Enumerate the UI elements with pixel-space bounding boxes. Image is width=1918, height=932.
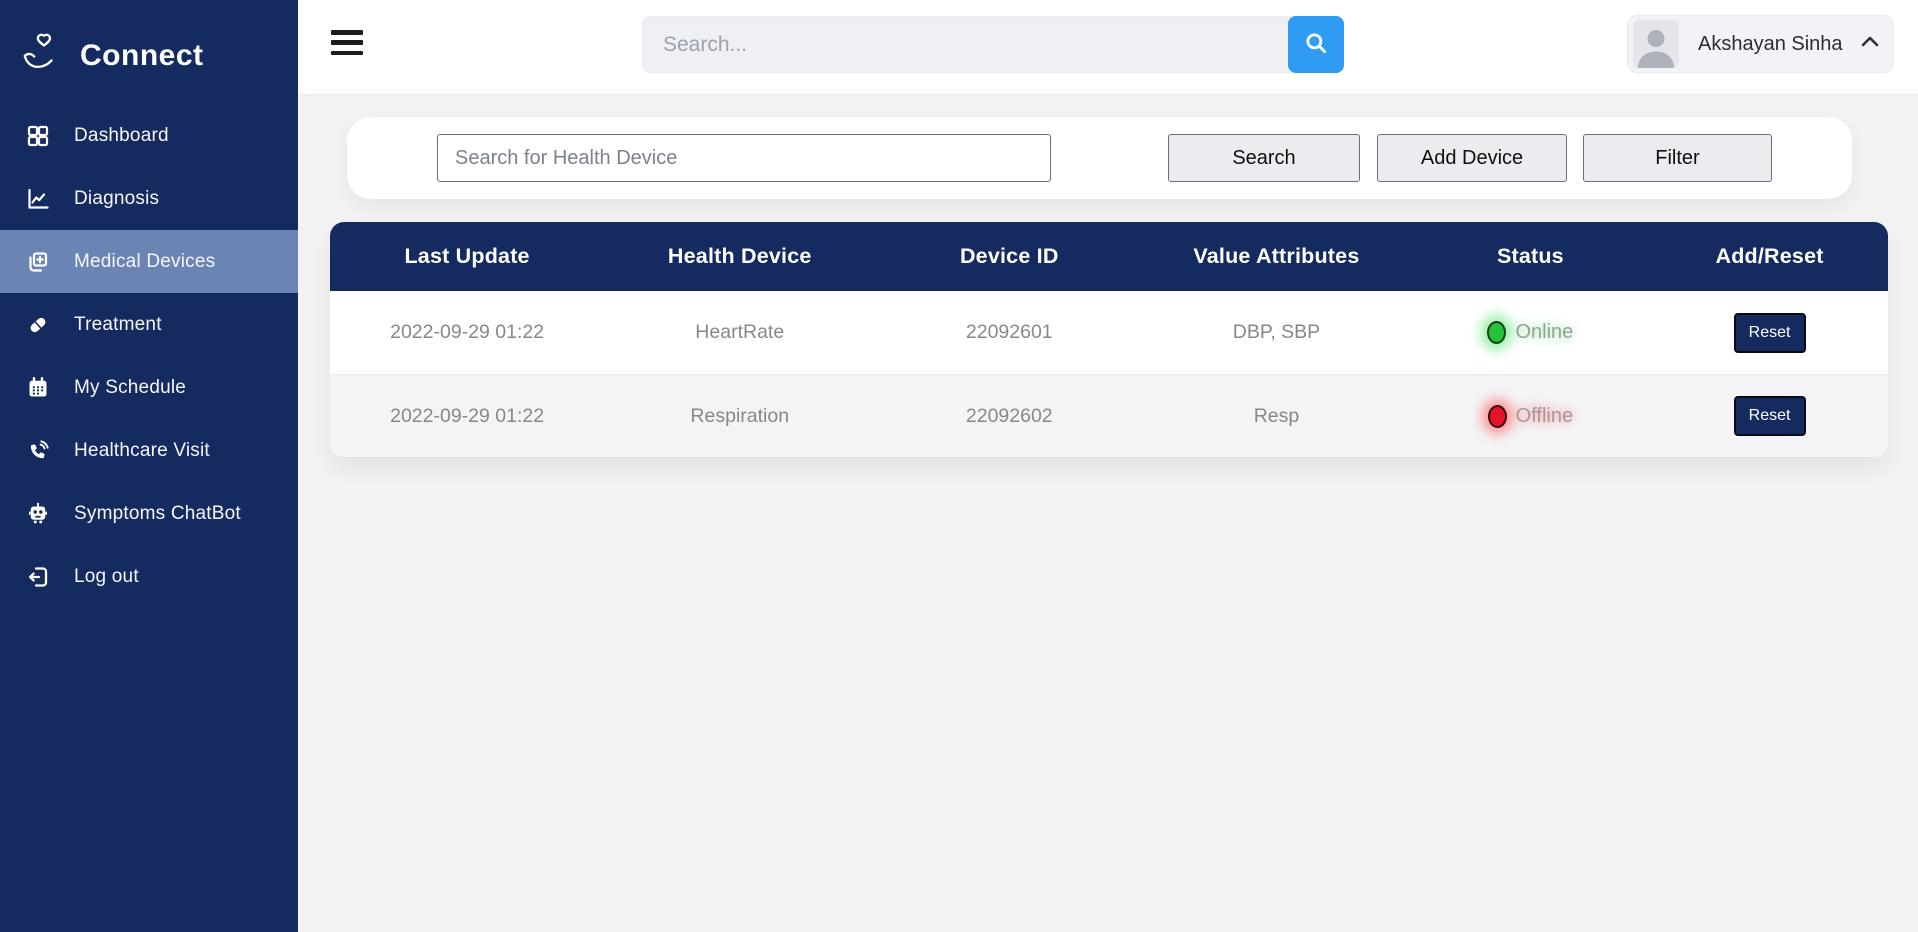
app-title: Connect [80,39,204,73]
medical-records-icon [26,250,50,274]
sidebar-item-diagnosis[interactable]: Diagnosis [0,167,298,230]
sidebar-nav: Dashboard Diagnosis Medical Devices [0,104,298,608]
col-status: Status [1410,244,1651,269]
col-health-device: Health Device [604,244,875,269]
col-device-id: Device ID [875,244,1143,269]
cell-health-device: Respiration [604,405,875,428]
sidebar-item-healthcare-visit[interactable]: Healthcare Visit [0,419,298,482]
user-name: Akshayan Sinha [1698,33,1843,56]
cell-device-id: 22092601 [875,321,1143,344]
sidebar-item-dashboard[interactable]: Dashboard [0,104,298,167]
sidebar-item-logout[interactable]: Log out [0,545,298,608]
reset-device-button[interactable]: Reset [1734,396,1806,436]
filter-button[interactable]: Filter [1583,134,1772,182]
device-table: Last Update Health Device Device ID Valu… [330,222,1888,457]
status-badge: Offline [1516,405,1573,428]
cell-device-id: 22092602 [875,405,1143,428]
cell-status: Online [1410,321,1651,344]
global-search-input[interactable] [642,16,1300,73]
reset-device-button[interactable]: Reset [1734,313,1806,353]
robot-icon [26,502,50,526]
sidebar-item-my-schedule[interactable]: My Schedule [0,356,298,419]
logout-icon [26,565,50,589]
phone-icon [26,439,50,463]
status-badge: Online [1515,321,1573,344]
calendar-icon [26,376,50,400]
global-search-button[interactable] [1288,16,1344,73]
avatar [1633,20,1679,68]
global-search [642,16,1344,73]
device-toolbar-card: Search Add Device Filter [347,117,1852,199]
sidebar-item-label: Treatment [74,314,162,336]
table-header-row: Last Update Health Device Device ID Valu… [330,222,1888,291]
sidebar-item-medical-devices[interactable]: Medical Devices [0,230,298,293]
sidebar-item-symptoms-chatbot[interactable]: Symptoms ChatBot [0,482,298,545]
table-row: 2022-09-29 01:22 HeartRate 22092601 DBP,… [330,291,1888,374]
col-add-reset: Add/Reset [1651,244,1888,269]
cell-value-attributes: Resp [1143,405,1409,428]
sidebar-item-label: Diagnosis [74,188,159,210]
cell-health-device: HeartRate [604,321,875,344]
sidebar-item-treatment[interactable]: Treatment [0,293,298,356]
pill-icon [26,313,50,337]
cell-last-update: 2022-09-29 01:22 [330,405,604,428]
dashboard-grid-icon [26,124,50,148]
status-online-dot-icon [1487,321,1506,344]
sidebar-item-label: Healthcare Visit [74,440,210,462]
sidebar-item-label: Log out [74,566,139,588]
device-search-button[interactable]: Search [1168,134,1360,182]
user-menu[interactable]: Akshayan Sinha [1627,15,1894,73]
sidebar-item-label: My Schedule [74,377,186,399]
cell-value-attributes: DBP, SBP [1143,321,1409,344]
device-search-input[interactable] [437,134,1051,182]
topbar: Akshayan Sinha [298,0,1918,95]
hand-heart-icon [20,32,64,81]
line-chart-icon [26,187,50,211]
sidebar-item-label: Dashboard [74,125,169,147]
cell-status: Offline [1410,405,1651,428]
col-value-attributes: Value Attributes [1143,244,1409,269]
col-last-update: Last Update [330,244,604,269]
status-offline-dot-icon [1488,405,1507,428]
table-row: 2022-09-29 01:22 Respiration 22092602 Re… [330,374,1888,457]
sidebar-item-label: Symptoms ChatBot [74,503,241,525]
app-logo[interactable]: Connect [0,0,298,88]
cell-last-update: 2022-09-29 01:22 [330,321,604,344]
hamburger-menu-icon[interactable] [331,30,363,55]
search-icon [1303,30,1329,59]
chevron-up-icon [1861,35,1879,53]
add-device-button[interactable]: Add Device [1377,134,1567,182]
sidebar: Connect Dashboard Diagnosis [0,0,298,932]
sidebar-item-label: Medical Devices [74,251,215,273]
